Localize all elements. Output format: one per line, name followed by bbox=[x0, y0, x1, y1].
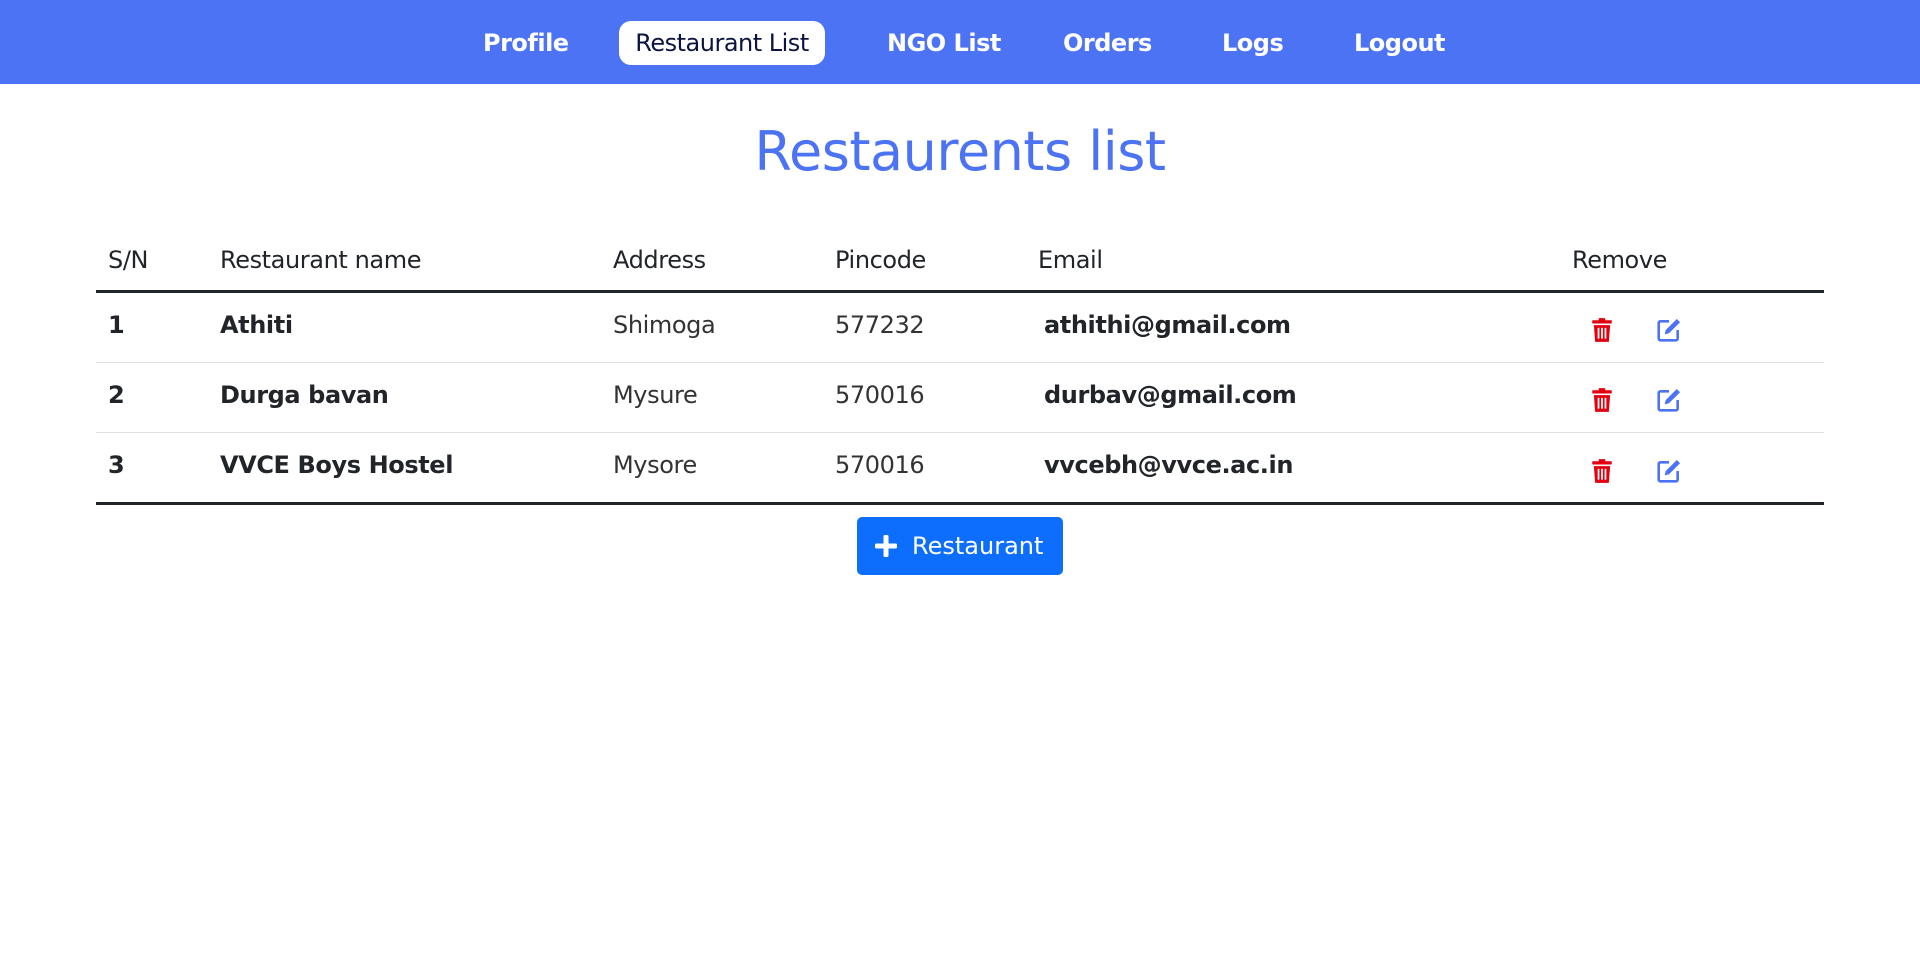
plus-icon bbox=[875, 535, 897, 557]
cell-pincode: 570016 bbox=[835, 451, 925, 479]
header-email: Email bbox=[1038, 246, 1103, 274]
header-pincode: Pincode bbox=[835, 246, 926, 274]
cell-sn: 1 bbox=[108, 311, 125, 339]
nav-logout[interactable]: Logout bbox=[1354, 21, 1446, 65]
trash-icon[interactable] bbox=[1589, 387, 1615, 413]
edit-icon[interactable] bbox=[1656, 458, 1682, 484]
cell-restaurant-name: Athiti bbox=[220, 311, 293, 339]
nav-ngo-list[interactable]: NGO List bbox=[887, 21, 1001, 65]
top-navbar: Profile Restaurant List NGO List Orders … bbox=[0, 0, 1920, 84]
edit-icon[interactable] bbox=[1656, 387, 1682, 413]
add-restaurant-label: Restaurant bbox=[912, 532, 1044, 560]
cell-pincode: 570016 bbox=[835, 381, 925, 409]
trash-icon[interactable] bbox=[1589, 458, 1615, 484]
add-restaurant-button[interactable]: Restaurant bbox=[857, 517, 1063, 575]
cell-address: Shimoga bbox=[613, 311, 716, 339]
nav-restaurant-list[interactable]: Restaurant List bbox=[619, 21, 825, 65]
header-remove: Remove bbox=[1572, 246, 1667, 274]
cell-email: durbav@gmail.com bbox=[1044, 381, 1297, 409]
edit-icon[interactable] bbox=[1656, 317, 1682, 343]
header-address: Address bbox=[613, 246, 706, 274]
page-title: Restaurents list bbox=[754, 120, 1166, 183]
table-bottom-border bbox=[96, 502, 1824, 505]
nav-orders[interactable]: Orders bbox=[1063, 21, 1152, 65]
cell-pincode: 577232 bbox=[835, 311, 925, 339]
table-row: 2 Durga bavan Mysure 570016 durbav@gmail… bbox=[96, 363, 1824, 433]
cell-restaurant-name: Durga bavan bbox=[220, 381, 389, 409]
cell-email: athithi@gmail.com bbox=[1044, 311, 1291, 339]
table-row: 3 VVCE Boys Hostel Mysore 570016 vvcebh@… bbox=[96, 433, 1824, 503]
cell-restaurant-name: VVCE Boys Hostel bbox=[220, 451, 454, 479]
cell-address: Mysore bbox=[613, 451, 697, 479]
header-sn: S/N bbox=[108, 246, 149, 274]
nav-logs[interactable]: Logs bbox=[1222, 21, 1284, 65]
cell-email: vvcebh@vvce.ac.in bbox=[1044, 451, 1294, 479]
header-restaurant-name: Restaurant name bbox=[220, 246, 422, 274]
cell-address: Mysure bbox=[613, 381, 698, 409]
cell-sn: 2 bbox=[108, 381, 125, 409]
trash-icon[interactable] bbox=[1589, 317, 1615, 343]
nav-profile[interactable]: Profile bbox=[483, 21, 569, 65]
cell-sn: 3 bbox=[108, 451, 125, 479]
table-row: 1 Athiti Shimoga 577232 athithi@gmail.co… bbox=[96, 293, 1824, 363]
